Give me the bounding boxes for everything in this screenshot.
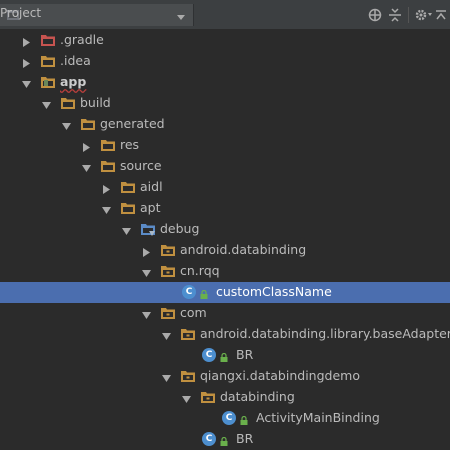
tree-label: res bbox=[120, 137, 140, 152]
expand-arrow-icon[interactable] bbox=[22, 57, 31, 68]
tree-label: .idea bbox=[60, 53, 91, 68]
expand-arrow-icon[interactable] bbox=[142, 246, 151, 257]
package-folder-icon bbox=[160, 264, 176, 279]
tree-row-gradle[interactable]: .gradle bbox=[0, 30, 450, 51]
tree-row-debug[interactable]: debug bbox=[0, 219, 450, 240]
tree-label: com bbox=[180, 305, 207, 320]
project-tree: .gradle .idea app build generated res so… bbox=[0, 30, 450, 450]
tree-row-qiangxi-databindingdemo[interactable]: qiangxi.databindingdemo bbox=[0, 366, 450, 387]
tree-row-app[interactable]: app bbox=[0, 72, 450, 93]
tree-label: qiangxi.databindingdemo bbox=[200, 368, 360, 383]
folder-icon bbox=[120, 201, 136, 216]
collapse-all-icon[interactable] bbox=[386, 6, 404, 24]
folder-icon bbox=[60, 96, 76, 111]
collapse-arrow-icon[interactable] bbox=[182, 393, 191, 403]
package-folder-icon bbox=[200, 390, 216, 405]
class-c-icon: C bbox=[222, 411, 236, 425]
lock-icon bbox=[220, 435, 228, 446]
chevron-down-icon[interactable] bbox=[177, 10, 185, 24]
tree-row-android-databinding[interactable]: android.databinding bbox=[0, 240, 450, 261]
tree-label: BR bbox=[236, 347, 254, 362]
tree-label: android.databinding.library.baseAdapters bbox=[200, 326, 450, 341]
tree-label: build bbox=[80, 95, 111, 110]
module-folder-icon bbox=[40, 75, 56, 90]
folder-icon bbox=[100, 159, 116, 174]
folder-icon bbox=[120, 180, 136, 195]
tree-row-com[interactable]: com bbox=[0, 303, 450, 324]
expand-arrow-icon[interactable] bbox=[22, 36, 31, 47]
tree-label: customClassName bbox=[216, 284, 332, 299]
tree-row-br[interactable]: C BR bbox=[0, 345, 450, 366]
source-root-folder-icon bbox=[140, 222, 156, 237]
class-c-icon: C bbox=[202, 348, 216, 362]
collapse-arrow-icon[interactable] bbox=[62, 120, 71, 130]
locate-target-icon[interactable] bbox=[366, 6, 384, 24]
class-c-icon: C bbox=[182, 285, 196, 299]
project-view-selector[interactable]: Project bbox=[0, 4, 194, 26]
tree-label: source bbox=[120, 158, 162, 173]
tree-label: android.databinding bbox=[180, 242, 307, 257]
tree-row-apt[interactable]: apt bbox=[0, 198, 450, 219]
collapse-arrow-icon[interactable] bbox=[142, 309, 151, 319]
tree-label: ActivityMainBinding bbox=[256, 410, 380, 425]
package-folder-icon bbox=[160, 306, 176, 321]
collapse-arrow-icon[interactable] bbox=[162, 372, 171, 382]
tree-row-idea[interactable]: .idea bbox=[0, 51, 450, 72]
toolbar-separator bbox=[408, 7, 409, 23]
tree-label: aidl bbox=[140, 179, 163, 194]
collapse-arrow-icon[interactable] bbox=[162, 330, 171, 340]
lock-icon bbox=[200, 288, 208, 299]
tree-label: debug bbox=[160, 221, 200, 236]
lock-icon bbox=[220, 351, 228, 362]
tree-label: databinding bbox=[220, 389, 295, 404]
folder-icon bbox=[100, 138, 116, 153]
gear-icon[interactable] bbox=[414, 6, 434, 24]
tree-row-customclassname[interactable]: C customClassName bbox=[0, 282, 450, 303]
collapse-arrow-icon[interactable] bbox=[82, 162, 91, 172]
folder-icon bbox=[80, 117, 96, 132]
tree-row-activitymainbinding[interactable]: C ActivityMainBinding bbox=[0, 408, 450, 429]
collapse-arrow-icon[interactable] bbox=[122, 225, 131, 235]
hide-panel-icon[interactable] bbox=[434, 6, 448, 24]
excluded-folder-icon bbox=[40, 33, 56, 48]
tree-label: apt bbox=[140, 200, 161, 215]
tree-row-databinding[interactable]: databinding bbox=[0, 387, 450, 408]
project-view-label: Project bbox=[0, 6, 42, 20]
expand-arrow-icon[interactable] bbox=[102, 183, 111, 194]
class-c-icon: C bbox=[202, 432, 216, 446]
tree-row-br[interactable]: C BR bbox=[0, 429, 450, 450]
tree-label: app bbox=[60, 74, 87, 89]
tree-row-android-databinding-library-baseadapters[interactable]: android.databinding.library.baseAdapters bbox=[0, 324, 450, 345]
lock-icon bbox=[240, 414, 248, 425]
collapse-arrow-icon[interactable] bbox=[142, 267, 151, 277]
collapse-arrow-icon[interactable] bbox=[42, 99, 51, 109]
tree-row-build[interactable]: build bbox=[0, 93, 450, 114]
folder-icon bbox=[40, 54, 56, 69]
tree-label: cn.rqq bbox=[180, 263, 220, 278]
tree-label: generated bbox=[100, 116, 165, 131]
expand-arrow-icon[interactable] bbox=[82, 141, 91, 152]
tree-row-generated[interactable]: generated bbox=[0, 114, 450, 135]
tree-row-cn-rqq[interactable]: cn.rqq bbox=[0, 261, 450, 282]
package-folder-icon bbox=[180, 369, 196, 384]
collapse-arrow-icon[interactable] bbox=[102, 204, 111, 214]
collapse-arrow-icon[interactable] bbox=[22, 78, 31, 88]
tree-label: .gradle bbox=[60, 32, 104, 47]
tree-label: BR bbox=[236, 431, 254, 446]
tree-row-aidl[interactable]: aidl bbox=[0, 177, 450, 198]
tree-row-res[interactable]: res bbox=[0, 135, 450, 156]
package-folder-icon bbox=[180, 327, 196, 342]
project-toolbar: Project bbox=[0, 0, 450, 30]
package-folder-icon bbox=[160, 243, 176, 258]
tree-row-source[interactable]: source bbox=[0, 156, 450, 177]
